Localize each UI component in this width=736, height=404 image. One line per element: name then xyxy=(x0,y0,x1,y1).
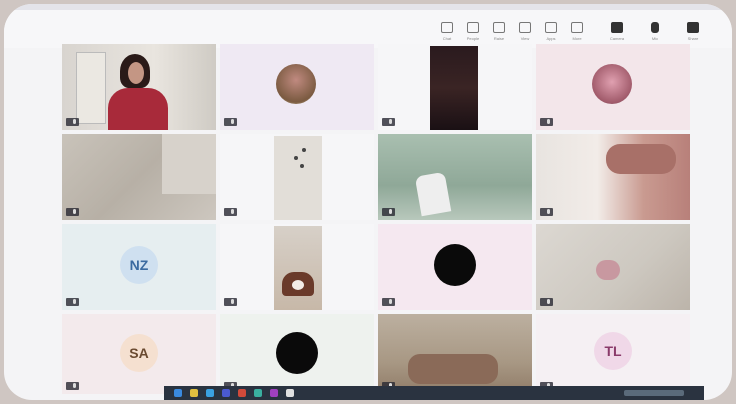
participant-name-tag xyxy=(224,208,237,216)
participant-body xyxy=(108,88,168,130)
video-tile[interactable] xyxy=(378,44,532,130)
video-tile[interactable] xyxy=(220,314,374,394)
app-icon[interactable] xyxy=(270,389,278,397)
participant-video-feed xyxy=(408,354,498,384)
ceiling-spot xyxy=(300,164,304,168)
participant-name-tag xyxy=(66,118,79,126)
video-tile[interactable] xyxy=(220,134,374,220)
mic-status-icon xyxy=(73,299,76,305)
window-background xyxy=(76,52,106,124)
hand-shape xyxy=(596,260,620,280)
participant-name-tag xyxy=(66,298,79,306)
participant-initials-avatar: TL xyxy=(594,332,632,370)
app-icon[interactable] xyxy=(286,389,294,397)
participant-avatar-dark xyxy=(276,332,318,374)
participant-avatar-dark xyxy=(434,244,476,286)
video-tile[interactable] xyxy=(378,224,532,310)
participant-name-tag xyxy=(382,118,395,126)
video-tile[interactable] xyxy=(378,314,532,394)
video-tile[interactable] xyxy=(220,44,374,130)
os-taskbar xyxy=(164,386,704,400)
mic-status-icon xyxy=(231,119,234,125)
mic-status-icon xyxy=(231,209,234,215)
participant-avatar-photo xyxy=(276,64,316,104)
video-tile[interactable]: SA xyxy=(62,314,216,394)
meeting-window: Chat People Raise View Apps More Camera xyxy=(4,4,732,400)
video-tile[interactable] xyxy=(536,44,690,130)
video-tile[interactable] xyxy=(220,224,374,310)
participant-initials-avatar: NZ xyxy=(120,246,158,284)
video-tile[interactable]: TL xyxy=(536,314,690,394)
system-tray[interactable] xyxy=(624,390,684,396)
participant-name-tag xyxy=(540,208,553,216)
mic-status-icon xyxy=(389,299,392,305)
hand-shape xyxy=(414,171,452,217)
mic-status-icon xyxy=(73,209,76,215)
participant-name-tag xyxy=(540,298,553,306)
participant-name-tag xyxy=(382,208,395,216)
start-icon[interactable] xyxy=(174,389,182,397)
hands-heart xyxy=(606,144,676,174)
browser-icon[interactable] xyxy=(206,389,214,397)
participant-video-feed xyxy=(274,226,322,310)
mic-status-icon xyxy=(547,209,550,215)
mic-status-icon xyxy=(231,299,234,305)
heart-gap xyxy=(292,280,304,290)
mic-status-icon xyxy=(73,119,76,125)
mic-status-icon xyxy=(389,209,392,215)
video-tile[interactable]: NZ xyxy=(62,224,216,310)
mic-status-icon xyxy=(73,383,76,389)
teams-icon[interactable] xyxy=(222,389,230,397)
video-tile[interactable] xyxy=(378,134,532,220)
mic-status-icon xyxy=(547,299,550,305)
participant-name-tag xyxy=(66,208,79,216)
ceiling-spot xyxy=(294,156,298,160)
video-tile[interactable] xyxy=(536,224,690,310)
app-icon[interactable] xyxy=(254,389,262,397)
participant-video-feed xyxy=(430,46,478,130)
ceiling-spot xyxy=(302,148,306,152)
participant-face-inner xyxy=(128,62,144,84)
mic-status-icon xyxy=(389,119,392,125)
video-tile[interactable] xyxy=(536,134,690,220)
participant-name-tag xyxy=(66,382,79,390)
participant-name-tag xyxy=(224,298,237,306)
participant-name-tag xyxy=(224,118,237,126)
video-tile[interactable] xyxy=(62,44,216,130)
wall-panel xyxy=(162,134,216,194)
folder-icon[interactable] xyxy=(190,389,198,397)
participant-name-tag xyxy=(382,298,395,306)
mic-status-icon xyxy=(547,119,550,125)
video-tile[interactable] xyxy=(62,134,216,220)
participant-initials-avatar: SA xyxy=(120,334,158,372)
participant-avatar-photo xyxy=(592,64,632,104)
participant-name-tag xyxy=(540,118,553,126)
video-grid: NZ SA TL xyxy=(4,4,732,400)
app-icon[interactable] xyxy=(238,389,246,397)
participant-video-feed xyxy=(274,136,322,220)
